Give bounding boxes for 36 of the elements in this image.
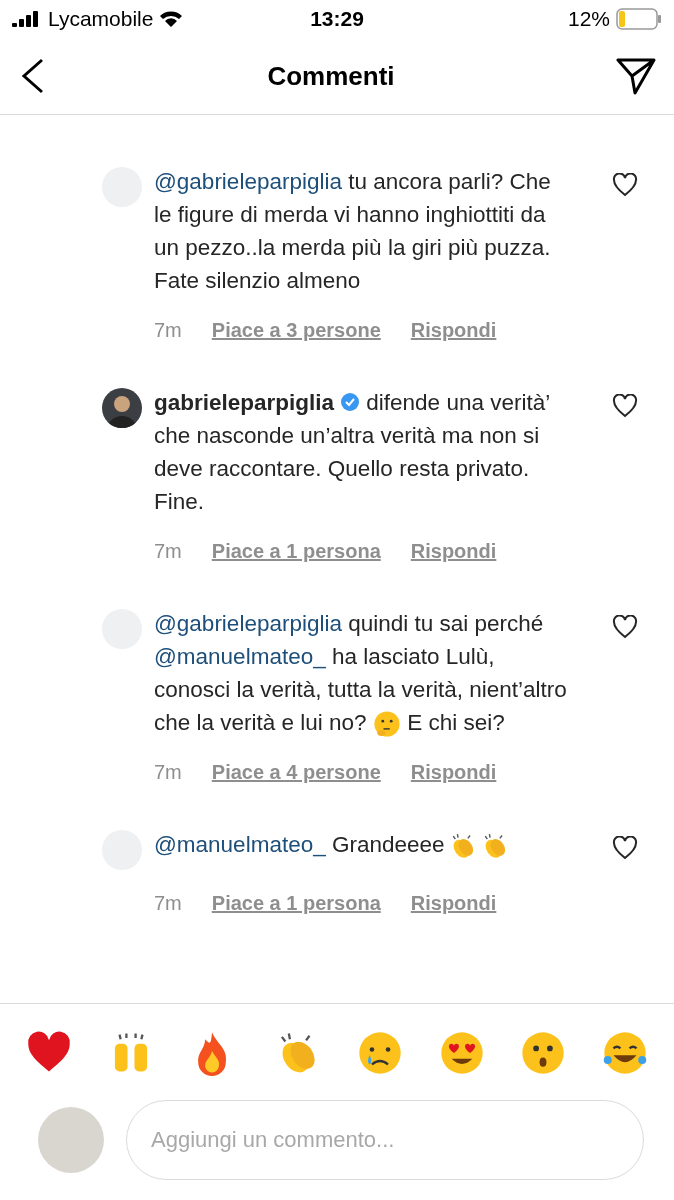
like-heart-icon[interactable]: [612, 836, 638, 860]
likes-link[interactable]: Piace a 1 persona: [211, 540, 381, 563]
comment-text: gabrieleparpiglia difende una verità’ che nasconde un’altra verità ma non si deve raccontare. Quello resta privato. Fine.: [154, 389, 551, 516]
verified-badge-icon: [340, 392, 361, 412]
comment-time: 7m: [154, 540, 182, 563]
battery-percent: 12%: [567, 7, 610, 31]
like-heart-icon[interactable]: [612, 173, 638, 197]
comment-text: @gabrieleparpiglia quindi tu sai perché @manuelmateo_ ha lasciato Lulù, conosci la verità, tutta la verità, nient’altro che la verità e lui no? E chi sei?: [154, 607, 570, 739]
reply-link[interactable]: Rispondi: [410, 761, 497, 784]
battery-icon: [616, 8, 662, 30]
likes-link[interactable]: Piace a 1 persona: [211, 892, 381, 915]
crying-emoji-icon: [356, 1030, 403, 1076]
back-icon[interactable]: [20, 58, 46, 94]
clock-time: 13:29: [310, 7, 364, 31]
likes-link[interactable]: Piace a 4 persone: [211, 761, 381, 784]
likes-link[interactable]: Piace a 3 persone: [211, 319, 381, 342]
comment-time: 7m: [154, 892, 182, 915]
wifi-icon: [159, 10, 184, 28]
reply-link[interactable]: Rispondi: [410, 540, 497, 563]
avatar[interactable]: [102, 388, 142, 428]
carrier-name: Lycamobile: [48, 7, 154, 31]
thinking-emoji-icon: [372, 710, 401, 739]
comment-text: @manuelmateo_ Grandeeee: [154, 828, 570, 870]
comment-time: 7m: [154, 761, 182, 784]
tears-of-joy-emoji-icon: [601, 1030, 648, 1076]
comment-text: @gabrieleparpiglia tu ancora parli? Che le figure di merda vi hanno inghiottiti da un pezzo..la merda più la giri più puzza. Fate silenzio almeno: [154, 168, 552, 295]
reply-link[interactable]: Rispondi: [410, 319, 497, 342]
surprised-emoji-icon: [520, 1030, 567, 1076]
like-heart-icon[interactable]: [612, 394, 638, 418]
page-title: Commenti: [267, 60, 395, 92]
comment-time: 7m: [154, 319, 182, 342]
heart-eyes-emoji-icon: [438, 1030, 485, 1076]
like-heart-icon[interactable]: [612, 615, 638, 639]
send-icon[interactable]: [616, 57, 656, 95]
comment-input[interactable]: Aggiungi un commento...: [126, 1100, 644, 1180]
reply-link[interactable]: Rispondi: [410, 892, 497, 915]
